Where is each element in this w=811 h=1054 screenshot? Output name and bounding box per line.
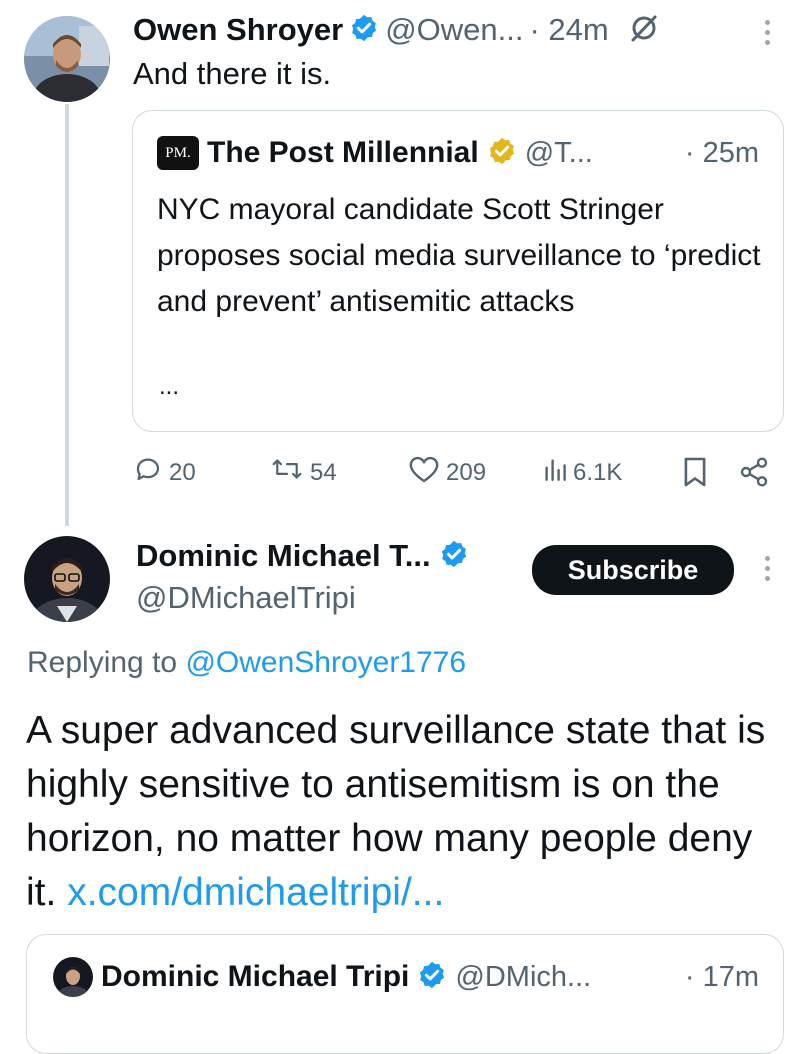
quote2-time: · 17m (684, 961, 759, 993)
grok-icon[interactable] (629, 13, 659, 48)
thread-line (65, 104, 69, 526)
share-icon[interactable] (738, 456, 770, 493)
tweet2-body: A super advanced surveillance state that… (26, 704, 786, 920)
replying-handle-link[interactable]: @OwenShroyer1776 (185, 646, 466, 679)
views-button[interactable]: 6.1K (543, 454, 622, 491)
quote-handle: @T... (524, 136, 593, 169)
tweet2-link[interactable]: x.com/dmichaeltripi/... (67, 871, 444, 914)
owen-avatar[interactable] (24, 16, 110, 102)
quote-time: · 25m (684, 137, 759, 169)
reply-icon (133, 454, 163, 491)
quoted-tweet-card[interactable]: PM. The Post Millennial @T... · 25m NYC … (132, 110, 784, 432)
tweet1-more-icon[interactable] (765, 20, 770, 45)
replying-to: Replying to @OwenShroyer1776 (27, 646, 466, 680)
dominic-name[interactable]: Dominic Michael T... (136, 538, 431, 574)
views-count: 6.1K (573, 458, 623, 486)
like-button[interactable]: 209 (408, 454, 486, 491)
reply-count: 20 (169, 458, 196, 486)
repost-icon (270, 454, 304, 491)
quote2-handle: @DMich... (455, 960, 592, 993)
reply-button[interactable]: 20 (133, 454, 196, 491)
dominic-avatar[interactable] (24, 536, 110, 622)
repost-button[interactable]: 54 (270, 454, 337, 491)
quoted-tweet-card-2[interactable]: Dominic Michael Tripi @DMich... · 17m (26, 934, 784, 1054)
dominic-handle[interactable]: @DMichaelTripi (136, 580, 356, 616)
replying-prefix: Replying to (27, 646, 178, 679)
quote-header: PM. The Post Millennial @T... (157, 133, 593, 173)
tweet2-header: Dominic Michael T... (136, 536, 469, 576)
quote-ellipsis: ... (159, 373, 180, 400)
verified-gold-icon (487, 136, 517, 171)
verified-badge-icon (417, 960, 447, 995)
repost-count: 54 (310, 458, 337, 486)
quote-text: NYC mayoral candidate Scott Stringer pro… (157, 193, 761, 318)
tweet1-text: And there it is. (133, 56, 332, 91)
tweet1-header: Owen Shroyer @Owen... · 24m (133, 10, 659, 50)
verified-badge-icon (439, 539, 469, 574)
heart-icon (408, 454, 440, 491)
owen-handle[interactable]: @Owen... (385, 12, 523, 48)
pm-logo: PM. (157, 136, 199, 170)
verified-badge-icon (349, 13, 379, 48)
tweet2-more-icon[interactable] (765, 556, 770, 581)
quote2-author-name: Dominic Michael Tripi (101, 960, 410, 993)
owen-name[interactable]: Owen Shroyer (133, 12, 343, 48)
like-count: 209 (446, 458, 487, 486)
subscribe-button[interactable]: Subscribe (532, 545, 734, 595)
quote-author-name: The Post Millennial (207, 136, 479, 169)
quote2-avatar (53, 957, 93, 997)
views-icon (543, 454, 567, 491)
quote2-header: Dominic Michael Tripi @DMich... (53, 957, 591, 997)
bookmark-icon[interactable] (682, 456, 708, 493)
tweet1-time[interactable]: · 24m (529, 12, 608, 48)
